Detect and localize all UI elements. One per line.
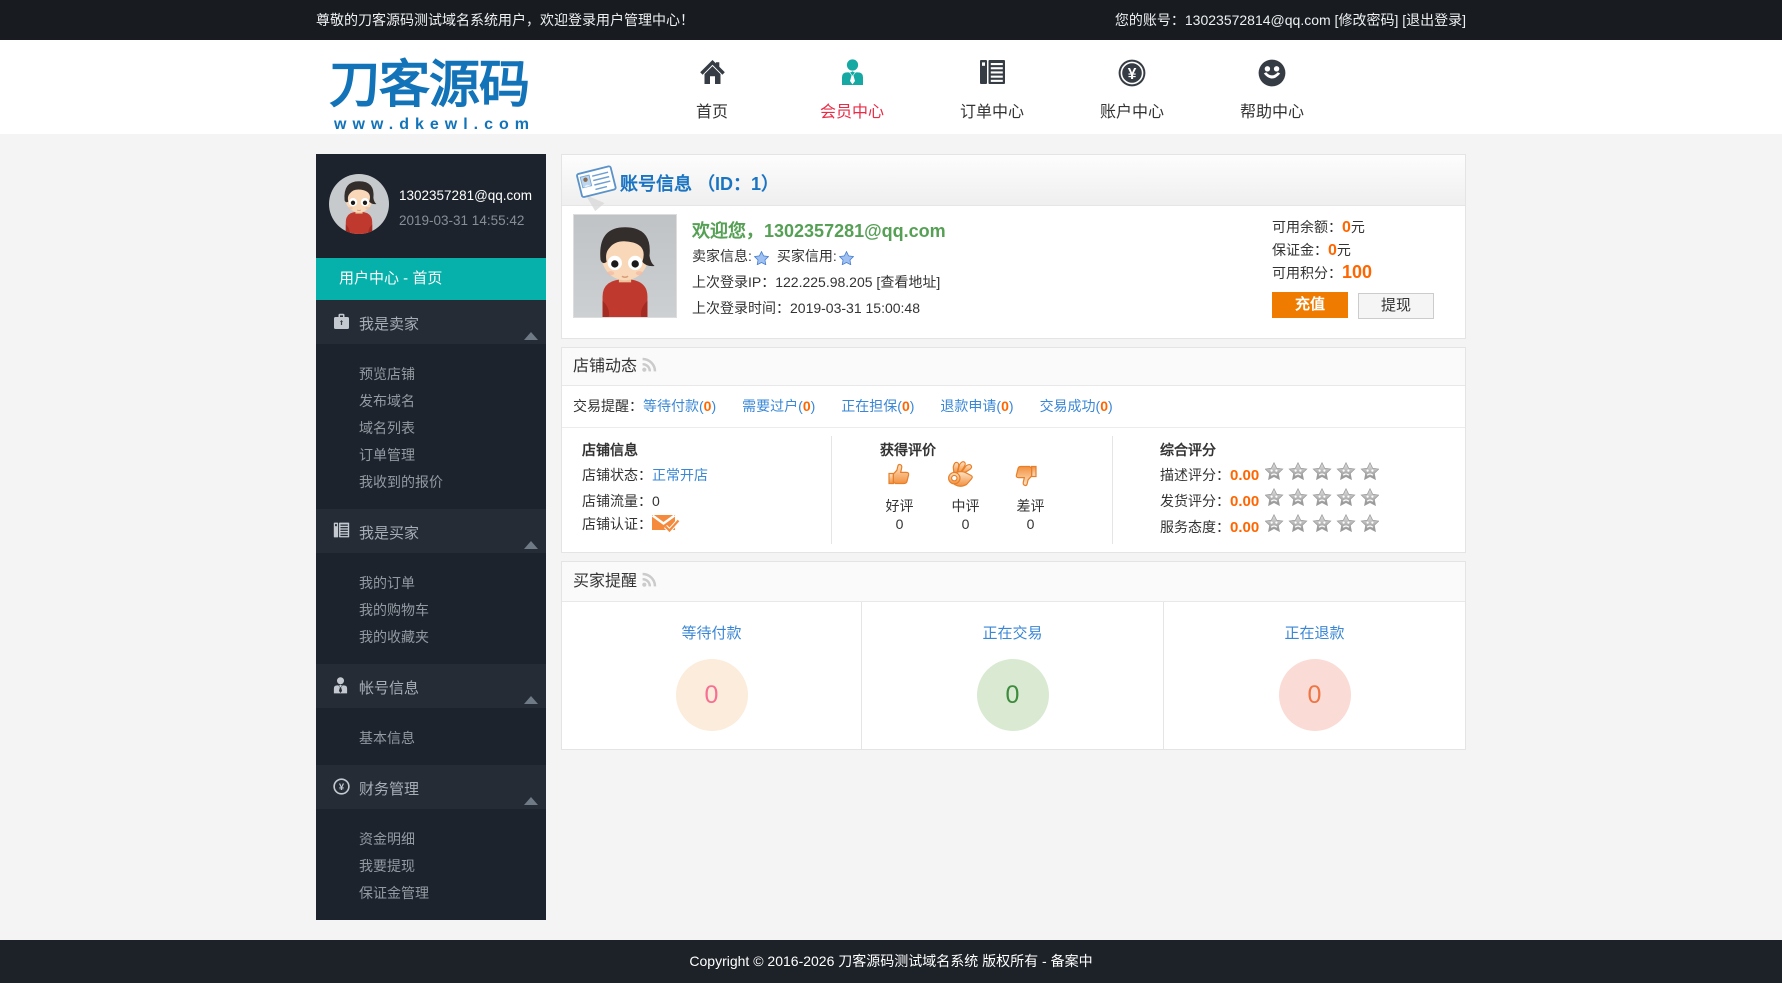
svg-text:¥: ¥ <box>1128 66 1137 83</box>
svg-text:¥: ¥ <box>339 782 345 793</box>
